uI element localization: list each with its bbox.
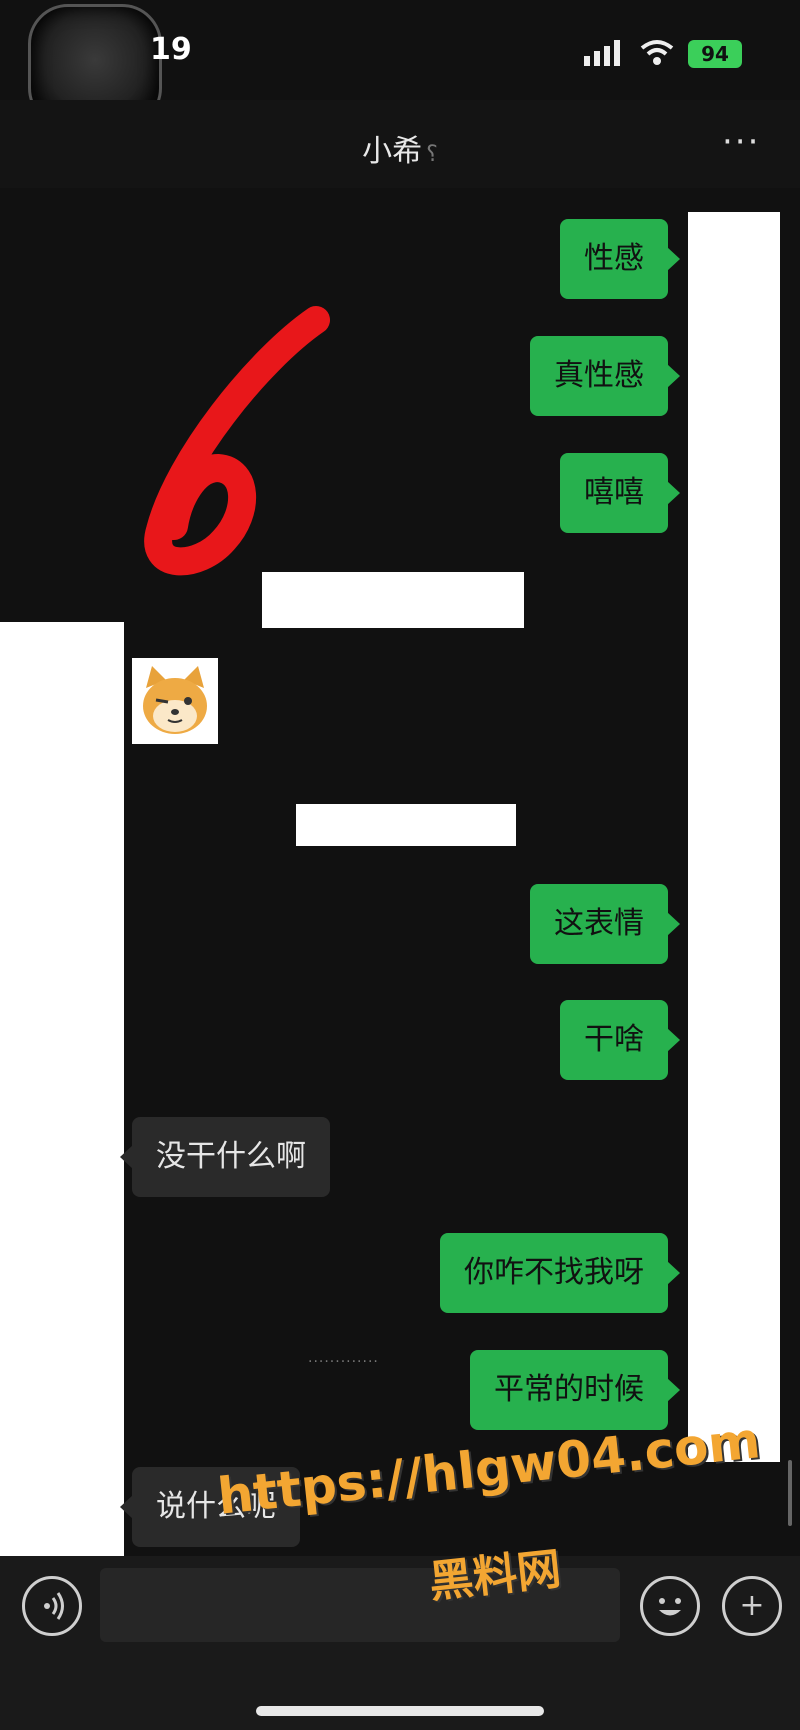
voice-icon[interactable] (22, 1576, 82, 1636)
shiba-dog-sticker[interactable] (132, 658, 218, 744)
watermark: https://hlgw04.com 黑料网 (215, 1411, 778, 1608)
status-time: 19 (150, 32, 192, 67)
more-dots-icon[interactable]: ··· (722, 122, 760, 162)
message-bubble[interactable]: 平常的时候 (470, 1350, 680, 1430)
battery-indicator: 94 (688, 40, 742, 68)
wifi-icon (640, 40, 674, 65)
message-bubble[interactable]: 没干什么啊 (120, 1117, 330, 1197)
message-bubble[interactable]: 这表情 (530, 884, 680, 964)
redaction-block-mid-2 (296, 804, 516, 846)
message-bubble[interactable]: 嘻嘻 (560, 453, 680, 533)
message-bubble[interactable]: 干啥 (560, 1000, 680, 1080)
message-bubble[interactable]: 真性感 (530, 336, 680, 416)
signal-icon (584, 40, 620, 66)
redaction-block-right (688, 212, 780, 1462)
redaction-block-left (0, 622, 124, 1556)
ear-icon: ⸮ (426, 142, 438, 167)
message-bubble[interactable]: 你咋不找我呀 (440, 1233, 680, 1313)
red-six-annotation (144, 306, 330, 576)
message-bubble[interactable]: 性感 (560, 219, 680, 299)
chat-title[interactable]: 小希 ⸮ (0, 126, 800, 170)
home-indicator[interactable] (256, 1706, 544, 1716)
faint-artifact: ............. (308, 1350, 379, 1366)
scrollbar[interactable] (788, 1460, 792, 1526)
redaction-block-mid-1 (262, 572, 524, 628)
